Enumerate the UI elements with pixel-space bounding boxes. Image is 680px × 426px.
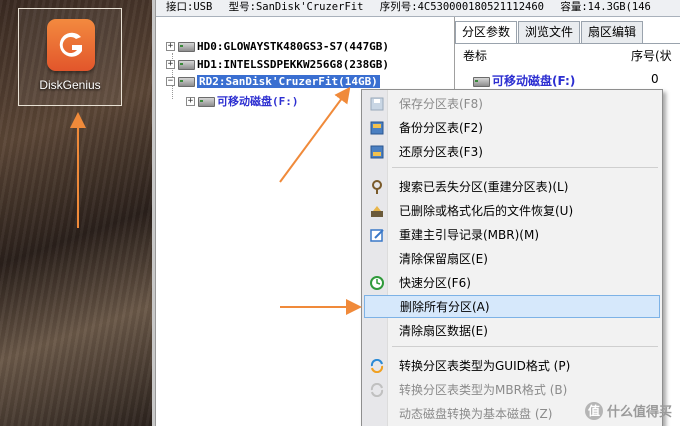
- menu-separator: [392, 346, 658, 347]
- menu-item-convert-to-guid[interactable]: 转换分区表类型为GUID格式 (P): [364, 354, 660, 377]
- tab-bar: 分区参数 浏览文件 扇区编辑: [455, 21, 644, 44]
- backup-icon: [369, 120, 385, 136]
- tree-item-partition-f[interactable]: + 可移动磁盘(F:): [186, 92, 299, 110]
- app-name-label: DiskGenius: [39, 78, 101, 92]
- disk-info-bar: 接口:USB 型号:SanDisk'CruzerFit 序列号:4C530000…: [156, 0, 680, 17]
- diskgenius-desktop-shortcut[interactable]: DiskGenius: [18, 8, 122, 106]
- menu-item-clear-reserved-sectors[interactable]: 清除保留扇区(E): [364, 247, 660, 270]
- interface-info: 接口:USB: [166, 1, 213, 13]
- menu-item-file-recovery[interactable]: 已删除或格式化后的文件恢复(U): [364, 199, 660, 222]
- disk-label: HD1:INTELSSDPEKKW256G8(238GB): [197, 57, 390, 71]
- menu-item-quick-partition[interactable]: 快速分区(F6): [364, 271, 660, 294]
- partition-icon: [473, 75, 490, 87]
- tab-partition-params[interactable]: 分区参数: [455, 21, 518, 44]
- search-icon: [369, 179, 385, 195]
- expand-icon[interactable]: +: [166, 59, 175, 69]
- save-icon: [369, 96, 385, 112]
- watermark: 值 什么值得买: [584, 401, 672, 420]
- expand-icon[interactable]: +: [166, 41, 175, 51]
- menu-separator: [392, 167, 658, 168]
- volume-index: 0: [651, 72, 659, 86]
- tab-divider: [455, 43, 680, 44]
- tree-item-rd2[interactable]: − RD2:SanDisk'CruzerFit(14GB): [166, 72, 380, 90]
- diskgenius-logo-icon: [47, 19, 95, 71]
- partition-label: 可移动磁盘(F:): [217, 95, 299, 108]
- menu-item-delete-all-partitions[interactable]: 删除所有分区(A): [364, 295, 660, 318]
- model-info: 型号:SanDisk'CruzerFit: [228, 1, 364, 13]
- convert-icon: [369, 358, 385, 374]
- recover-icon: [369, 203, 385, 219]
- volume-name: 可移动磁盘(F:): [492, 74, 576, 88]
- edit-icon: [369, 227, 385, 243]
- tab-browse-files[interactable]: 浏览文件: [518, 21, 581, 43]
- menu-item-restore-partition-table[interactable]: 还原分区表(F3): [364, 140, 660, 163]
- tree-item-hd0[interactable]: + HD0:GLOWAYSTK480GS3-S7(447GB): [166, 37, 389, 55]
- expand-icon[interactable]: +: [186, 96, 195, 106]
- serial-info: 序列号:4C530000180521112460: [379, 1, 545, 13]
- watermark-text: 什么值得买: [606, 405, 672, 420]
- menu-item-save-partition-table[interactable]: 保存分区表(F8): [364, 92, 660, 115]
- hard-disk-icon: [178, 58, 195, 70]
- collapse-icon[interactable]: −: [166, 76, 175, 86]
- usb-disk-icon: [178, 75, 195, 87]
- capacity-info: 容量:14.3GB(146: [560, 1, 651, 13]
- context-menu: 保存分区表(F8) 备份分区表(F2) 还原分区表(F3) 搜索已丢失分区(重建…: [361, 89, 663, 426]
- convert-icon: [369, 382, 385, 398]
- watermark-badge: 值: [584, 401, 603, 420]
- menu-item-rebuild-mbr[interactable]: 重建主引导记录(MBR)(M): [364, 223, 660, 246]
- hard-disk-icon: [178, 40, 195, 52]
- partition-icon: [198, 95, 215, 107]
- tab-sector-edit[interactable]: 扇区编辑: [581, 21, 644, 43]
- menu-item-search-lost-partitions[interactable]: 搜索已丢失分区(重建分区表)(L): [364, 175, 660, 198]
- disk-label-selected: RD2:SanDisk'CruzerFit(14GB): [197, 74, 380, 88]
- disk-label: HD0:GLOWAYSTK480GS3-S7(447GB): [197, 39, 390, 53]
- menu-item-clear-sector-data[interactable]: 清除扇区数据(E): [364, 319, 660, 342]
- menu-item-backup-partition-table[interactable]: 备份分区表(F2): [364, 116, 660, 139]
- menu-item-convert-to-mbr[interactable]: 转换分区表类型为MBR格式 (B): [364, 378, 660, 401]
- desktop-background: DiskGenius: [0, 0, 152, 426]
- column-volume-label[interactable]: 卷标: [463, 47, 487, 64]
- column-index[interactable]: 序号(状: [631, 47, 672, 64]
- restore-icon: [369, 144, 385, 160]
- tree-item-hd1[interactable]: + HD1:INTELSSDPEKKW256G8(238GB): [166, 55, 389, 73]
- clock-icon: [369, 275, 385, 291]
- partition-row[interactable]: 可移动磁盘(F:): [473, 72, 575, 89]
